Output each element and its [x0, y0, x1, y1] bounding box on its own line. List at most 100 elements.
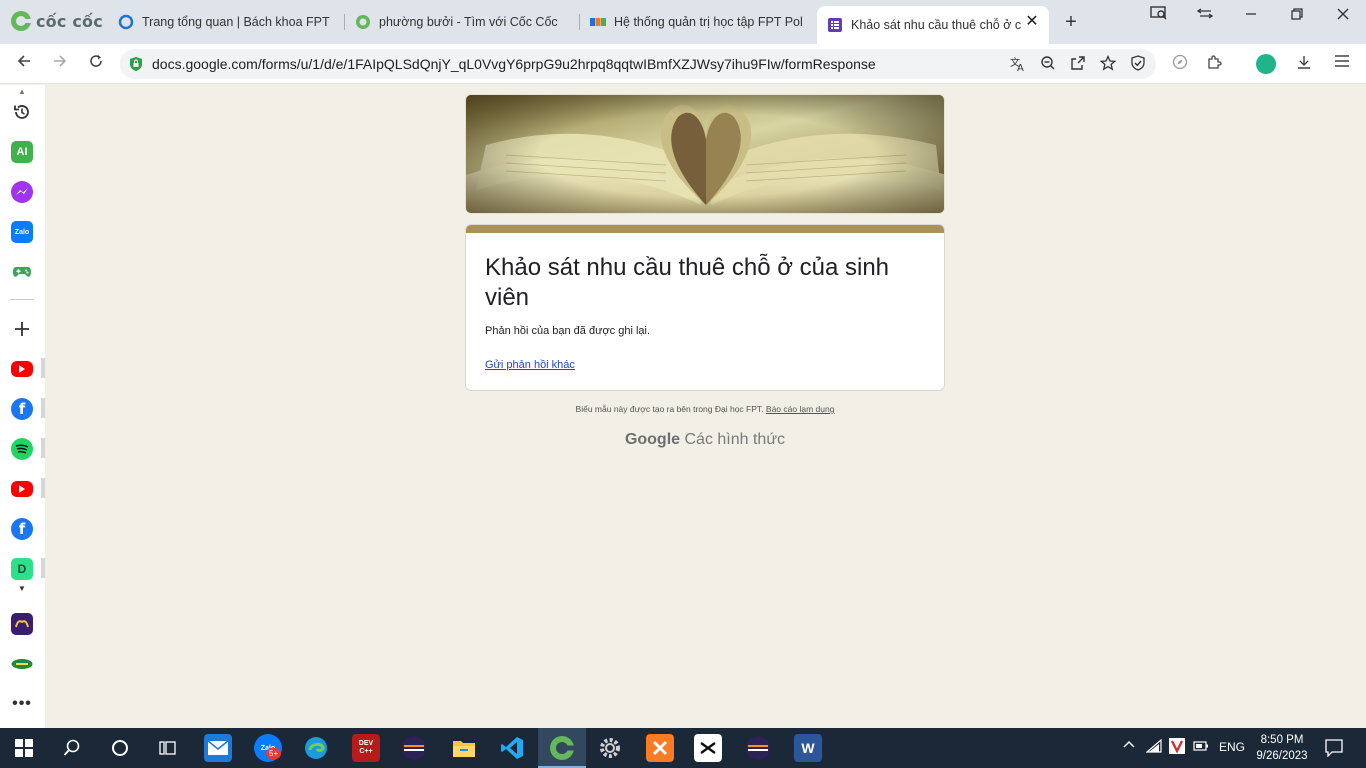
extensions-puzzle-icon[interactable]: [1204, 54, 1224, 74]
profile-avatar[interactable]: [1256, 54, 1276, 74]
clock-time: 8:50 PM: [1260, 734, 1304, 746]
lock-icon: [130, 57, 142, 71]
page-content: Khảo sát nhu cầu thuê chỗ ở của sinh viê…: [45, 85, 1366, 728]
more-dots-icon[interactable]: •••: [11, 693, 33, 715]
form-header-image: [465, 94, 945, 214]
bookmark-star-icon[interactable]: [1098, 54, 1118, 75]
gamepad-icon[interactable]: [11, 261, 33, 283]
tab-label: Khảo sát nhu cầu thuê chỗ ở của: [851, 18, 1021, 32]
svg-text:A: A: [1017, 63, 1024, 73]
brand-name: cốc cốc: [36, 11, 103, 31]
reload-icon[interactable]: [84, 52, 108, 76]
notification-center-icon[interactable]: [1325, 739, 1343, 760]
tab-lms[interactable]: Hệ thống quản trị học tập FPT Polyte: [580, 6, 812, 38]
tab-search[interactable]: phường bưởi - Tìm với Cốc Cốc: [345, 6, 579, 38]
circle-o-icon: [118, 14, 134, 30]
zalo-icon[interactable]: Zalo: [11, 221, 33, 243]
forms-wordmark: Các hình thức: [684, 431, 786, 448]
xampp-icon[interactable]: [646, 734, 674, 762]
facebook-icon[interactable]: f: [11, 398, 33, 420]
compass-icon[interactable]: [1170, 54, 1190, 74]
tab-label: phường bưởi - Tìm với Cốc Cốc: [379, 15, 558, 29]
eclipse-ide-icon[interactable]: [744, 734, 772, 762]
show-hidden-icons-chevron-icon[interactable]: [1122, 738, 1136, 755]
menu-hamburger-icon[interactable]: [1332, 54, 1352, 74]
spotify-icon[interactable]: [11, 438, 33, 460]
shopping-shortcut-icon[interactable]: [11, 653, 33, 675]
facebook-icon[interactable]: f: [11, 518, 33, 540]
coccoc-taskbar-icon[interactable]: [548, 734, 576, 762]
coccoc-brand[interactable]: cốc cốc: [10, 10, 103, 32]
file-explorer-icon[interactable]: [450, 734, 478, 762]
share-icon[interactable]: [1068, 55, 1088, 75]
url-text: docs.google.com/forms/u/1/d/e/1FAIpQLSdQ…: [152, 56, 876, 72]
coccoc-logo-icon: [11, 11, 32, 31]
back-arrow-icon[interactable]: [12, 52, 36, 76]
form-title: Khảo sát nhu cầu thuê chỗ ở của sinh viê…: [485, 254, 890, 311]
youtube-icon[interactable]: [11, 481, 33, 497]
tab-search-icon[interactable]: [1141, 5, 1177, 25]
edge-icon[interactable]: [302, 734, 330, 762]
wifi-icon[interactable]: [1145, 738, 1164, 756]
minimize-icon[interactable]: [1233, 5, 1269, 25]
new-tab-button[interactable]: +: [1058, 9, 1084, 35]
scroll-up-icon[interactable]: ▲: [18, 87, 26, 96]
mail-icon[interactable]: [204, 734, 232, 762]
shield-icon[interactable]: [1128, 55, 1148, 75]
tab-label: Trang tổng quan | Bách khoa FPT | Tr: [142, 15, 334, 29]
translate-icon[interactable]: 文A: [1008, 55, 1028, 75]
system-clock[interactable]: 8:50 PM 9/26/2023: [1252, 732, 1312, 764]
zalo-notification-badge: 5+: [266, 748, 282, 759]
close-window-icon[interactable]: [1325, 5, 1361, 25]
address-bar[interactable]: docs.google.com/forms/u/1/d/e/1FAIpQLSdQ…: [120, 49, 1156, 79]
footer-text: Biểu mẫu này được tạo ra bên trong Đại h…: [575, 404, 764, 414]
tab-label: Hệ thống quản trị học tập FPT Polyte: [614, 15, 802, 29]
eclipse-icon[interactable]: [400, 734, 428, 762]
restore-icon[interactable]: [1279, 5, 1315, 25]
vpn-tray-icon[interactable]: [1169, 738, 1185, 757]
youtube-icon[interactable]: [11, 361, 33, 377]
tab-survey-active[interactable]: Khảo sát nhu cầu thuê chỗ ở của ✕: [817, 6, 1049, 44]
settings-gear-icon[interactable]: [596, 734, 624, 762]
coccoc-tab-icon: [355, 14, 371, 30]
messenger-icon[interactable]: [11, 181, 33, 203]
forward-arrow-icon[interactable]: [48, 52, 72, 76]
report-abuse-link[interactable]: Báo cáo lạm dụng: [766, 404, 835, 414]
browser-toolbar: docs.google.com/forms/u/1/d/e/1FAIpQLSdQ…: [0, 44, 1366, 84]
google-forms-brand[interactable]: Google Các hình thức: [465, 431, 945, 449]
capcut-icon[interactable]: [694, 734, 722, 762]
windows-start-icon[interactable]: [10, 734, 38, 762]
left-sidebar: ▲ AI Zalo f f D ▼ •••: [0, 85, 45, 728]
search-icon[interactable]: [58, 734, 86, 762]
ai-assistant-icon[interactable]: AI: [11, 141, 33, 163]
dev-cpp-icon[interactable]: DEV C++: [352, 734, 380, 762]
form-footer: Biểu mẫu này được tạo ra bên trong Đại h…: [465, 404, 945, 414]
google-forms-icon: [827, 17, 843, 33]
card-accent-bar: [466, 225, 944, 233]
response-recorded-message: Phản hồi của bạn đã được ghi lại.: [485, 325, 651, 337]
back-forward-arrows-icon[interactable]: [1187, 5, 1223, 25]
history-icon[interactable]: [11, 101, 33, 123]
vscode-icon[interactable]: [498, 734, 526, 762]
windows-taskbar: Zalo 5+ DEV C++ W ENG 8:50 PM 9: [0, 728, 1366, 768]
battery-icon[interactable]: [1193, 740, 1209, 755]
cortana-icon[interactable]: [106, 734, 134, 762]
scroll-down-icon[interactable]: ▼: [18, 584, 26, 593]
fpt-icon: [590, 14, 606, 30]
word-icon[interactable]: W: [794, 734, 822, 762]
language-indicator[interactable]: ENG: [1219, 740, 1245, 754]
add-icon[interactable]: [11, 318, 33, 340]
clock-date: 9/26/2023: [1256, 750, 1308, 762]
tab-bach-khoa[interactable]: Trang tổng quan | Bách khoa FPT | Tr: [108, 6, 344, 38]
task-view-icon[interactable]: [154, 734, 182, 762]
form-response-card: Khảo sát nhu cầu thuê chỗ ở của sinh viê…: [465, 224, 945, 391]
close-tab-icon[interactable]: ✕: [1025, 14, 1039, 30]
sidebar-divider: [10, 299, 34, 300]
download-icon[interactable]: [1294, 54, 1314, 74]
d-app-icon[interactable]: D: [11, 558, 33, 580]
game-shortcut-icon[interactable]: [11, 613, 33, 635]
submit-another-response-link[interactable]: Gửi phản hồi khác: [485, 359, 575, 371]
zoom-out-icon[interactable]: [1038, 55, 1058, 75]
google-wordmark: Google: [624, 431, 681, 448]
title-bar: cốc cốc Trang tổng quan | Bách khoa FPT …: [0, 0, 1366, 44]
